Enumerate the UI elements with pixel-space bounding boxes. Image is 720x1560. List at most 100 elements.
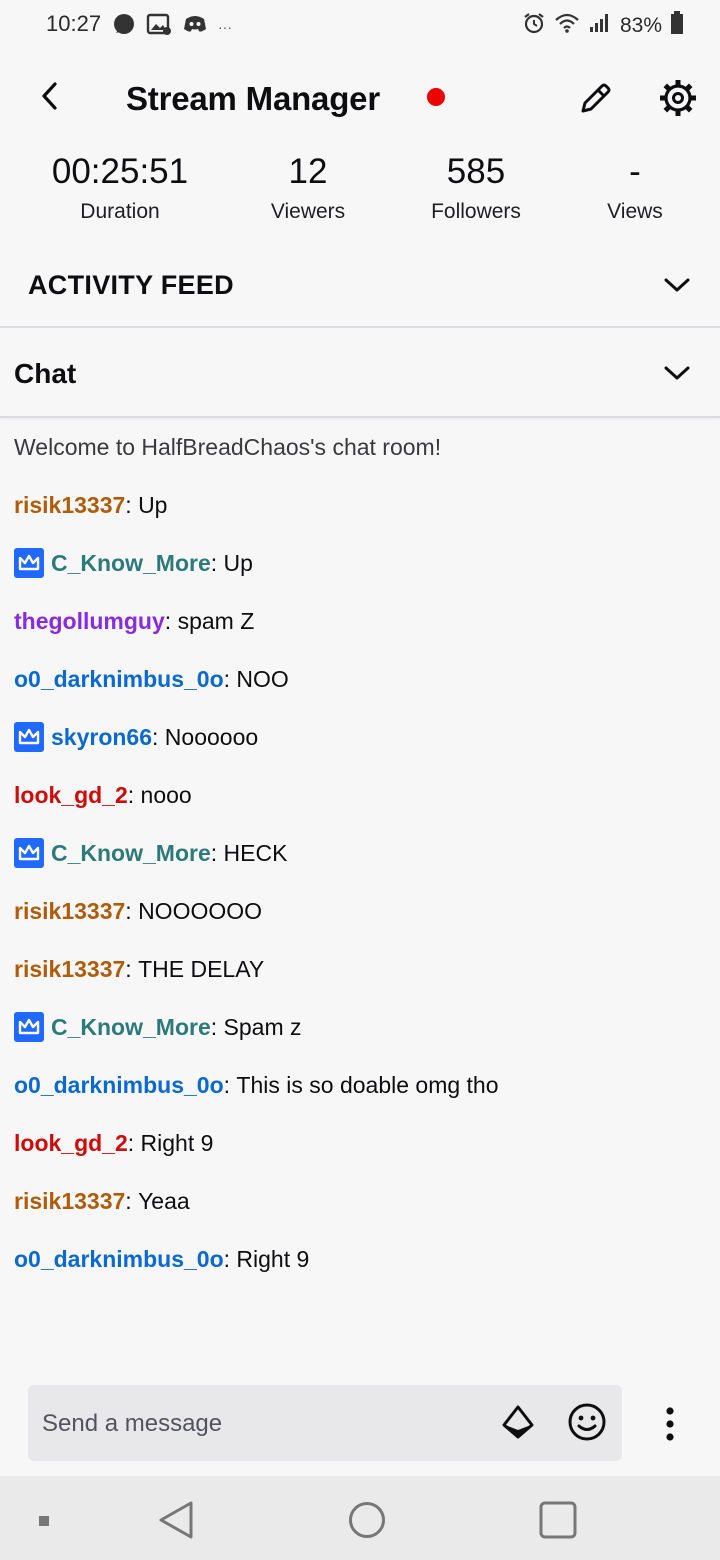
message-input-bar [28,1385,622,1463]
chat-username[interactable]: risik13337 [14,952,125,986]
stat-label: Duration [80,200,160,223]
chat-message[interactable]: C_Know_More: HECK [14,836,704,894]
stat-value: 00:25:51 [51,152,189,191]
chat-separator: : [223,1246,237,1272]
chevron-left-icon [42,82,57,110]
chat-username[interactable]: o0_darknimbus_0o [14,1068,224,1102]
recent-apps-square-icon[interactable] [38,1514,50,1532]
chat-message[interactable]: skyron66: Noooooo [14,720,704,778]
chat-username[interactable]: C_Know_More [51,1010,211,1044]
more-options-button[interactable] [650,1400,690,1448]
status-bar: 10:27 ··· 83% [0,0,720,50]
battery-icon [670,11,684,41]
gear-icon [660,80,696,116]
subscriber-badge-crown-icon[interactable] [14,1012,44,1042]
chat-username[interactable]: look_gd_2 [14,778,128,812]
stream-stats: 00:25:51 Duration 12 Viewers 585 Followe… [0,150,720,230]
chat-username[interactable]: C_Know_More [51,836,211,870]
chat-message[interactable]: risik13337: Yeaa [14,1184,704,1242]
stat-label: Viewers [270,200,346,223]
chat-message-text: NOO [236,666,289,692]
activity-feed-header[interactable]: ACTIVITY FEED [0,250,720,328]
more-dots-icon: ··· [218,18,232,35]
page-title: Stream Manager [126,80,380,117]
stat-label: Views [607,200,663,223]
cell-signal-icon [588,12,612,40]
chat-username[interactable]: o0_darknimbus_0o [14,662,224,696]
wifi-icon [554,12,580,40]
chat-message-text: NOOOOOO [138,898,263,924]
chevron-down-icon[interactable] [662,270,692,300]
signal-messenger-icon [112,12,136,41]
chat-message[interactable]: risik13337: Up [14,488,704,546]
stat-viewers: 12 Viewers [218,150,398,228]
chat-separator: : [127,1130,141,1156]
chat-message[interactable]: risik13337: NOOOOOO [14,894,704,952]
stat-duration: 00:25:51 Duration [30,150,210,228]
chevron-down-icon[interactable] [662,358,692,388]
chat-separator: : [223,666,237,692]
status-time: 10:27 [46,11,102,36]
back-triangle-icon[interactable] [157,1500,195,1545]
overview-square-icon[interactable] [538,1500,578,1545]
chat-username[interactable]: thegollumguy [14,604,165,638]
message-input[interactable] [28,1385,504,1463]
chat-username[interactable]: risik13337 [14,1184,125,1218]
chat-message[interactable]: o0_darknimbus_0o: Right 9 [14,1242,704,1300]
image-notification-icon [146,12,172,41]
chat-username[interactable]: C_Know_More [51,546,211,580]
chat-message[interactable]: C_Know_More: Spam z [14,1010,704,1068]
chat-message-list[interactable]: Welcome to HalfBreadChaos's chat room! r… [14,430,704,1300]
chat-separator: : [125,956,139,982]
chat-message[interactable]: look_gd_2: nooo [14,778,704,836]
edit-stream-button[interactable] [570,74,620,124]
back-button[interactable] [30,74,70,118]
chat-message-text: Right 9 [140,1130,214,1156]
chat-separator: : [210,550,224,576]
chat-username[interactable]: o0_darknimbus_0o [14,1242,224,1276]
chat-username[interactable]: risik13337 [14,488,125,522]
stat-followers: 585 Followers [386,150,566,228]
chat-message[interactable]: o0_darknimbus_0o: NOO [14,662,704,720]
bits-icon [502,1405,534,1439]
subscriber-badge-crown-icon[interactable] [14,838,44,868]
live-indicator [427,88,445,106]
chat-separator: : [223,1072,237,1098]
subscriber-badge-crown-icon[interactable] [14,722,44,752]
bits-button[interactable] [496,1401,540,1445]
stat-value: 12 [288,152,328,191]
chat-username[interactable]: look_gd_2 [14,1126,128,1160]
chat-message[interactable]: thegollumguy: spam Z [14,604,704,662]
subscriber-badge-crown-icon[interactable] [14,548,44,578]
battery-percent: 83% [619,14,662,37]
settings-button[interactable] [652,72,704,124]
chat-message[interactable]: C_Know_More: Up [14,546,704,604]
chat-header[interactable]: Chat [0,330,720,418]
vertical-dots-icon [666,1407,674,1441]
chat-message-text: This is so doable omg tho [236,1072,499,1098]
stat-views: - Views [545,150,720,228]
chat-message[interactable]: look_gd_2: Right 9 [14,1126,704,1184]
chat-message-text: Right 9 [236,1246,310,1272]
chat-separator: : [125,492,139,518]
header: Stream Manager [0,60,720,140]
chat-message-text: spam Z [177,608,255,634]
chat-message-text: HECK [223,840,288,866]
chat-message-text: Noooooo [164,724,259,750]
chat-separator: : [152,724,165,750]
chat-welcome-message: Welcome to HalfBreadChaos's chat room! [14,434,442,460]
chat-title: Chat [14,358,77,389]
chat-separator: : [125,898,139,924]
chat-message-text: Spam z [223,1014,302,1040]
home-circle-icon[interactable] [347,1500,387,1545]
chat-message[interactable]: risik13337: THE DELAY [14,952,704,1010]
chat-username[interactable]: skyron66 [51,720,152,754]
chat-separator: : [164,608,178,634]
stat-value: 585 [446,152,506,191]
chat-message[interactable]: o0_darknimbus_0o: This is so doable omg … [14,1068,704,1126]
emote-picker-button[interactable] [564,1399,610,1445]
chat-separator: : [210,840,224,866]
activity-feed-title: ACTIVITY FEED [28,270,234,300]
chat-message-text: Up [223,550,253,576]
chat-username[interactable]: risik13337 [14,894,125,928]
